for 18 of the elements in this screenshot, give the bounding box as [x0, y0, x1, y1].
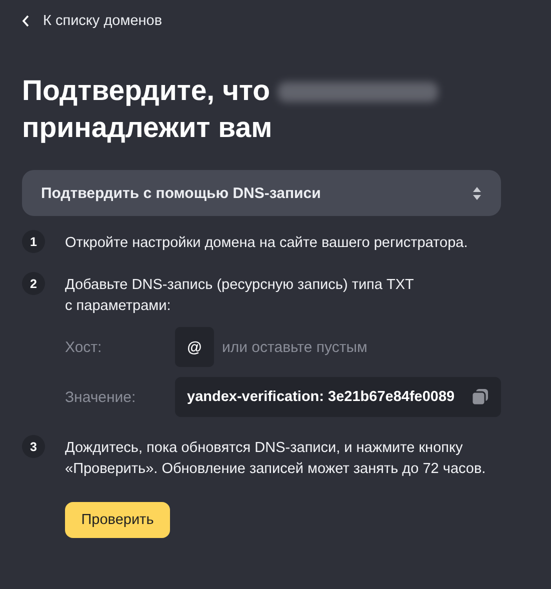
- param-label: Хост:: [65, 338, 103, 356]
- host-value: @: [175, 327, 214, 367]
- sort-arrows-icon: [473, 186, 481, 200]
- step-text: Дождитесь, пока обновятся DNS-записи, и нажмите кнопку «Проверить». Обновление записей может занять до 72 часов.: [65, 439, 486, 479]
- step-text: Добавьте DNS-запись (ресурсную запись) типа TXT с параметрами:: [65, 276, 415, 316]
- method-select[interactable]: Подтвердить с помощью DNS-записи: [22, 170, 501, 216]
- step-text: Откройте настройки домена на сайте вашего регистратора.: [65, 234, 468, 253]
- record-value-field: yandex-verification: 3e21b67e84fe0089: [175, 377, 501, 417]
- step-number: 3: [22, 435, 45, 458]
- page-title: принадлежит вам: [22, 112, 272, 144]
- back-link[interactable]: К списку доменов: [22, 11, 162, 31]
- check-button[interactable]: Проверить: [65, 502, 170, 538]
- step-number: 1: [22, 230, 45, 253]
- copy-icon[interactable]: [471, 388, 489, 406]
- page-title: Подтвердите, что: [22, 75, 270, 107]
- step-number: 2: [22, 272, 45, 295]
- param-label: Значение:: [65, 388, 137, 406]
- host-hint: или оставьте пустым: [222, 338, 368, 356]
